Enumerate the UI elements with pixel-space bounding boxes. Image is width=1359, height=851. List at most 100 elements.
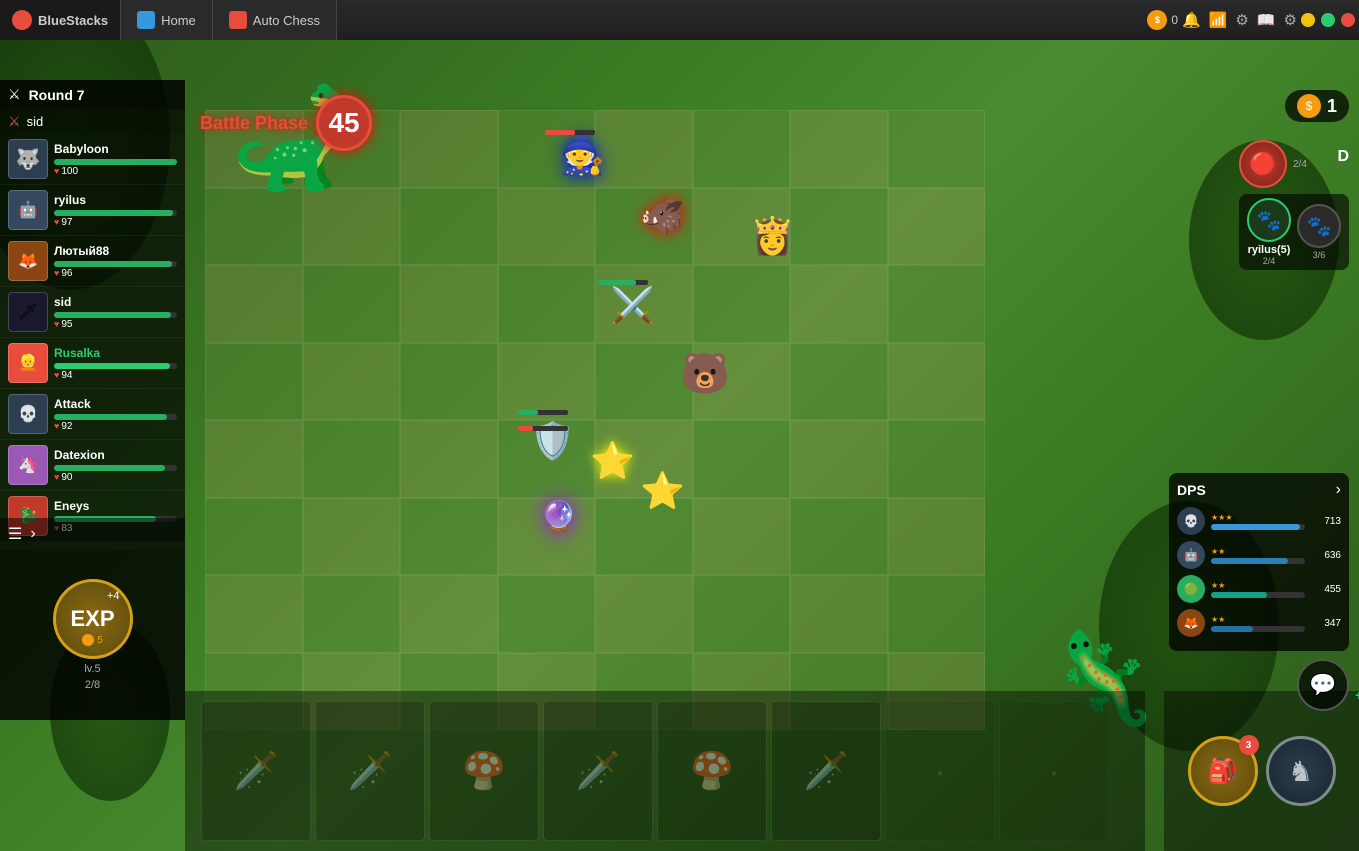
board-cell-5-5[interactable] [693, 498, 791, 576]
minimize-button[interactable] [1301, 13, 1315, 27]
board-cell-4-1[interactable] [303, 420, 401, 498]
board-cell-3-3[interactable] [498, 343, 596, 421]
board-cell-6-0[interactable] [205, 575, 303, 653]
signal-icon[interactable]: 📶 [1205, 11, 1232, 29]
player-entry-datexion[interactable]: 🦄 Datexion ♥ 90 [0, 440, 185, 491]
settings-icon[interactable]: ⚙ [1280, 11, 1301, 29]
board-cell-3-2[interactable] [400, 343, 498, 421]
exp-cost-value: 5 [97, 635, 103, 646]
chess-board[interactable]: // Generate cells inline won't work here… [185, 90, 1005, 740]
board-cell-0-4[interactable] [595, 110, 693, 188]
board-cell-6-3[interactable] [498, 575, 596, 653]
sidebar-menu-row: ☰ › [0, 518, 185, 550]
board-cell-2-2[interactable] [400, 265, 498, 343]
board-cell-0-6[interactable] [790, 110, 888, 188]
board-cell-6-6[interactable] [790, 575, 888, 653]
board-cell-4-5[interactable] [693, 420, 791, 498]
maximize-button[interactable] [1321, 13, 1335, 27]
dps-arrow-icon[interactable]: › [1336, 481, 1341, 499]
bench-slot-3[interactable]: 🍄 [429, 701, 539, 841]
dps-row-4: 🦊 ★★ 347 [1177, 609, 1341, 637]
board-cell-3-6[interactable] [790, 343, 888, 421]
dps-value-1: 713 [1311, 516, 1341, 527]
piece-ally-4: ⭐ [590, 440, 635, 482]
board-cell-3-1[interactable] [303, 343, 401, 421]
right-player-row[interactable]: 🐾 ryilus(5) 2/4 🐾 3/6 [1239, 194, 1349, 270]
board-cell-6-7[interactable] [888, 575, 986, 653]
hp-label-datexion: ♥ 90 [54, 472, 177, 483]
dps-row-3: 🟢 ★★ 455 [1177, 575, 1341, 603]
bag-button[interactable]: 🎒 3 [1188, 736, 1258, 806]
expand-icon[interactable]: › [30, 525, 35, 543]
player-entry-ryilus[interactable]: 🤖 ryilus ♥ 97 [0, 185, 185, 236]
bench-slot-7[interactable]: · [885, 701, 995, 841]
bench-slot-2[interactable]: 🗡️ [315, 701, 425, 841]
player-entry-babyloon[interactable]: 🐺 Babyloon ♥ 100 [0, 134, 185, 185]
d-label: D [1337, 148, 1349, 166]
board-cell-1-1[interactable] [303, 188, 401, 266]
book-icon[interactable]: 📖 [1253, 11, 1280, 29]
board-cell-2-5[interactable] [693, 265, 791, 343]
heart-icon: ♥ [54, 166, 59, 176]
piece-magic-orb: 🔮 [540, 500, 577, 535]
bench-slot-6[interactable]: 🗡️ [771, 701, 881, 841]
player-entry-rusalka[interactable]: 👱 Rusalka ♥ 94 [0, 338, 185, 389]
board-cell-5-2[interactable] [400, 498, 498, 576]
synergy-count-1: 2/4 [1293, 159, 1307, 170]
hp-bar-datexion [54, 465, 165, 471]
board-cell-2-6[interactable] [790, 265, 888, 343]
board-cell-2-1[interactable] [303, 265, 401, 343]
dps-avatar-1: 💀 [1177, 507, 1205, 535]
board-cell-6-5[interactable] [693, 575, 791, 653]
player-entry-attack[interactable]: 💀 Attack ♥ 92 [0, 389, 185, 440]
board-cell-1-0[interactable] [205, 188, 303, 266]
hamburger-icon[interactable]: ☰ [8, 524, 22, 544]
board-cell-5-1[interactable] [303, 498, 401, 576]
player-name-lyuty: Лютый88 [54, 244, 177, 258]
bench-slot-8[interactable]: · [999, 701, 1109, 841]
piece-enemy-1: 🧙 [560, 135, 605, 177]
current-player-name: sid [27, 114, 44, 129]
tab-home[interactable]: Home [121, 0, 213, 40]
close-button[interactable] [1341, 13, 1355, 27]
board-cell-5-0[interactable] [205, 498, 303, 576]
board-cell-6-2[interactable] [400, 575, 498, 653]
notification-icon[interactable]: 🔔 [1178, 11, 1205, 29]
board-cell-4-6[interactable] [790, 420, 888, 498]
board-cell-4-0[interactable] [205, 420, 303, 498]
board-cell-2-0[interactable] [205, 265, 303, 343]
player-avatar-sid: 🗡 [8, 292, 48, 332]
bench-slot-5[interactable]: 🍄 [657, 701, 767, 841]
board-cell-6-4[interactable] [595, 575, 693, 653]
player-entry-sid[interactable]: 🗡 sid ♥ 95 [0, 287, 185, 338]
board-cell-1-3[interactable] [498, 188, 596, 266]
tools-icon[interactable]: ⚙ [1231, 11, 1252, 29]
add-piece-button[interactable]: ♞ + [1266, 736, 1336, 806]
exp-plus-label: +4 [107, 590, 120, 602]
board-cell-0-2[interactable] [400, 110, 498, 188]
board-cell-5-6[interactable] [790, 498, 888, 576]
board-cell-2-3[interactable] [498, 265, 596, 343]
exp-circle[interactable]: +4 EXP 5 [53, 579, 133, 659]
tab-autochess[interactable]: Auto Chess [213, 0, 337, 40]
chat-button[interactable]: 💬 [1297, 659, 1349, 711]
board-cell-6-1[interactable] [303, 575, 401, 653]
gold-icon: $ [1297, 94, 1321, 118]
heart-icon-ryilus: ♥ [54, 217, 59, 227]
board-cell-3-7[interactable] [888, 343, 986, 421]
board-cell-3-0[interactable] [205, 343, 303, 421]
bench-slot-1[interactable]: 🗡️ [201, 701, 311, 841]
board-cell-1-7[interactable] [888, 188, 986, 266]
dps-info-4: ★★ [1211, 615, 1305, 632]
board-cell-0-5[interactable] [693, 110, 791, 188]
bench-slot-4[interactable]: 🗡️ [543, 701, 653, 841]
board-cell-4-7[interactable] [888, 420, 986, 498]
player-entry-lyuty[interactable]: 🦊 Лютый88 ♥ 96 [0, 236, 185, 287]
board-cell-5-7[interactable] [888, 498, 986, 576]
board-cell-2-7[interactable] [888, 265, 986, 343]
board-cell-3-4[interactable] [595, 343, 693, 421]
board-cell-0-7[interactable] [888, 110, 986, 188]
board-cell-4-2[interactable] [400, 420, 498, 498]
board-cell-1-2[interactable] [400, 188, 498, 266]
board-cell-1-6[interactable] [790, 188, 888, 266]
